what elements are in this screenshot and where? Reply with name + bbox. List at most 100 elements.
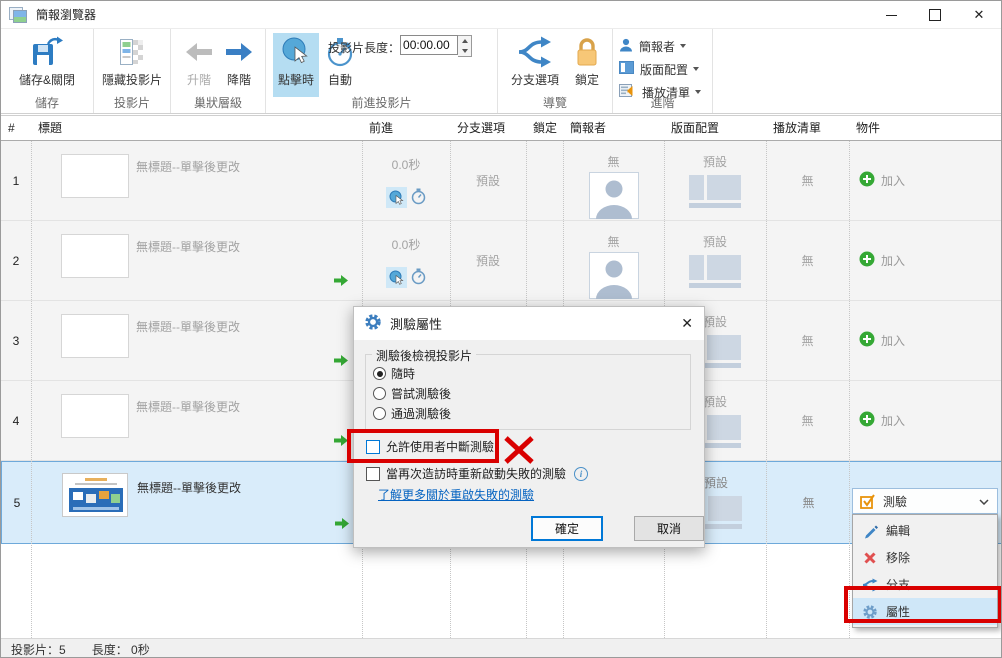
advance-timer-icon[interactable]: [411, 268, 426, 288]
quiz-object-label: 測驗: [883, 493, 907, 510]
spinner-up-icon[interactable]: [458, 36, 471, 46]
slide-thumbnail[interactable]: [61, 314, 129, 358]
restart-failed-checkbox[interactable]: 當再次造訪時重新啟動失敗的測驗 i: [366, 465, 588, 482]
presenter-menu-button[interactable]: 簡報者: [619, 36, 686, 56]
slide-title[interactable]: 無標題--單擊後更改: [136, 318, 240, 335]
quiz-slide-thumbnail[interactable]: [62, 473, 128, 517]
presenter-cell[interactable]: 無: [563, 141, 664, 220]
header-number: #: [1, 116, 31, 140]
advance-arrow-icon: [333, 433, 349, 451]
toolbar-group-slide: 隱藏投影片 投影片: [94, 29, 171, 113]
add-plus-icon: [859, 411, 875, 430]
slide-row-1[interactable]: 1 無標題--單擊後更改 0.0秒 預設 無 預設: [1, 141, 1002, 221]
presenter-cell[interactable]: 無: [563, 221, 664, 300]
playlist-cell[interactable]: 無: [767, 462, 850, 543]
group-label-advance: 前進投影片: [266, 94, 497, 111]
slide-thumbnail[interactable]: [61, 154, 129, 198]
menu-item-branch[interactable]: 分支...: [853, 571, 997, 598]
group-label-nesting: 巢狀層級: [171, 94, 265, 111]
slide-title[interactable]: 無標題--單擊後更改: [136, 398, 240, 415]
add-plus-icon: [859, 171, 875, 190]
advance-timer-icon[interactable]: [411, 188, 426, 208]
add-object-button[interactable]: 加入: [859, 381, 905, 460]
slide-title[interactable]: 無標題--單擊後更改: [137, 479, 241, 496]
row-number: 1: [1, 141, 31, 220]
checkbox-icon[interactable]: [366, 467, 380, 481]
add-object-button[interactable]: 加入: [859, 301, 905, 380]
layout-cell[interactable]: 預設: [664, 221, 766, 300]
branch-cell[interactable]: 預設: [450, 141, 526, 220]
branch-options-button[interactable]: 分支選項: [506, 33, 564, 97]
advance-on-click-button[interactable]: 點擊時: [273, 33, 319, 97]
header-lock: 鎖定: [526, 116, 563, 140]
lock-button[interactable]: 鎖定: [570, 33, 604, 97]
layout-thumbnail: [689, 255, 741, 291]
row-number: 4: [1, 381, 31, 460]
advance-click-icon[interactable]: [386, 187, 407, 208]
lock-cell[interactable]: [526, 141, 563, 220]
add-object-button[interactable]: 加入: [859, 141, 905, 220]
maximize-button[interactable]: [913, 1, 957, 29]
promote-left-arrow-icon: [185, 33, 213, 71]
title-cell: 無標題--單擊後更改: [32, 462, 363, 543]
dialog-titlebar: 測驗屬性 ✕: [354, 307, 704, 340]
playlist-cell[interactable]: 無: [766, 221, 849, 300]
branch-cell[interactable]: 預設: [450, 221, 526, 300]
playlist-cell[interactable]: 無: [766, 141, 849, 220]
add-object-button[interactable]: 加入: [859, 221, 905, 300]
advance-cell: 0.0秒: [362, 221, 450, 300]
lock-icon: [574, 33, 600, 71]
cancel-button[interactable]: 取消: [634, 516, 704, 541]
info-icon[interactable]: i: [574, 467, 588, 481]
checkbox-icon[interactable]: [366, 440, 380, 454]
layout-cell[interactable]: 預設: [664, 141, 766, 220]
slide-thumbnail[interactable]: [61, 234, 129, 278]
title-cell: 無標題--單擊後更改: [31, 221, 362, 300]
playlist-cell[interactable]: 無: [766, 301, 849, 380]
demote-button[interactable]: 降階: [221, 33, 257, 97]
menu-item-properties[interactable]: 屬性: [853, 598, 997, 625]
menu-item-edit[interactable]: 編輯: [853, 517, 997, 544]
radio-icon[interactable]: [373, 407, 386, 420]
window-title: 簡報瀏覽器: [36, 6, 96, 23]
close-button[interactable]: ✕: [957, 1, 1001, 29]
quiz-object-dropdown[interactable]: 測驗: [852, 488, 998, 514]
gear-icon: [364, 313, 382, 334]
group-label-slide: 投影片: [94, 94, 170, 111]
objects-cell: 加入: [849, 221, 1002, 300]
advance-click-icon[interactable]: [386, 267, 407, 288]
menu-item-remove[interactable]: 移除: [853, 544, 997, 571]
ok-button[interactable]: 確定: [531, 516, 603, 541]
dialog-title: 測驗屬性: [390, 314, 442, 333]
slide-title[interactable]: 無標題--單擊後更改: [136, 238, 240, 255]
slide-title[interactable]: 無標題--單擊後更改: [136, 158, 240, 175]
row-number: 2: [1, 221, 31, 300]
radio-anytime[interactable]: 隨時: [373, 365, 415, 382]
slide-duration-spinner[interactable]: [458, 35, 472, 57]
playlist-cell[interactable]: 無: [766, 381, 849, 460]
dialog-close-icon[interactable]: ✕: [681, 315, 693, 332]
promote-button[interactable]: 升階: [181, 33, 217, 97]
layout-menu-button[interactable]: 版面配置: [619, 59, 699, 79]
lock-cell[interactable]: [526, 221, 563, 300]
minimize-button[interactable]: [869, 1, 913, 29]
save-close-button[interactable]: 儲存&關閉: [7, 33, 87, 97]
learn-more-link[interactable]: 了解更多關於重啟失敗的測驗: [378, 486, 534, 503]
spinner-down-icon[interactable]: [458, 46, 471, 56]
hide-slide-button[interactable]: 隱藏投影片: [97, 33, 167, 97]
slide-duration-input[interactable]: [400, 35, 458, 55]
slide-thumbnail[interactable]: [61, 394, 129, 438]
objects-cell: 加入: [849, 301, 1002, 380]
branch-icon: [861, 577, 879, 593]
title-cell: 無標題--單擊後更改: [31, 381, 362, 460]
radio-icon[interactable]: [373, 387, 386, 400]
header-presenter: 簡報者: [563, 116, 664, 140]
allow-interrupt-checkbox[interactable]: 允許使用者中斷測驗: [366, 438, 494, 455]
slide-row-2[interactable]: 2 無標題--單擊後更改 0.0秒 預設 無: [1, 221, 1002, 301]
toolbar-group-advance: 點擊時 自動 投影片長度：: [266, 29, 498, 113]
quiz-properties-dialog: 測驗屬性 ✕ 測驗後檢視投影片 隨時 嘗試測驗後 通過測驗後 允許使用者中斷測驗: [353, 306, 705, 548]
radio-icon[interactable]: [373, 367, 386, 380]
radio-after-pass[interactable]: 通過測驗後: [373, 405, 451, 422]
radio-after-attempt[interactable]: 嘗試測驗後: [373, 385, 451, 402]
chevron-down-icon: [979, 494, 989, 508]
